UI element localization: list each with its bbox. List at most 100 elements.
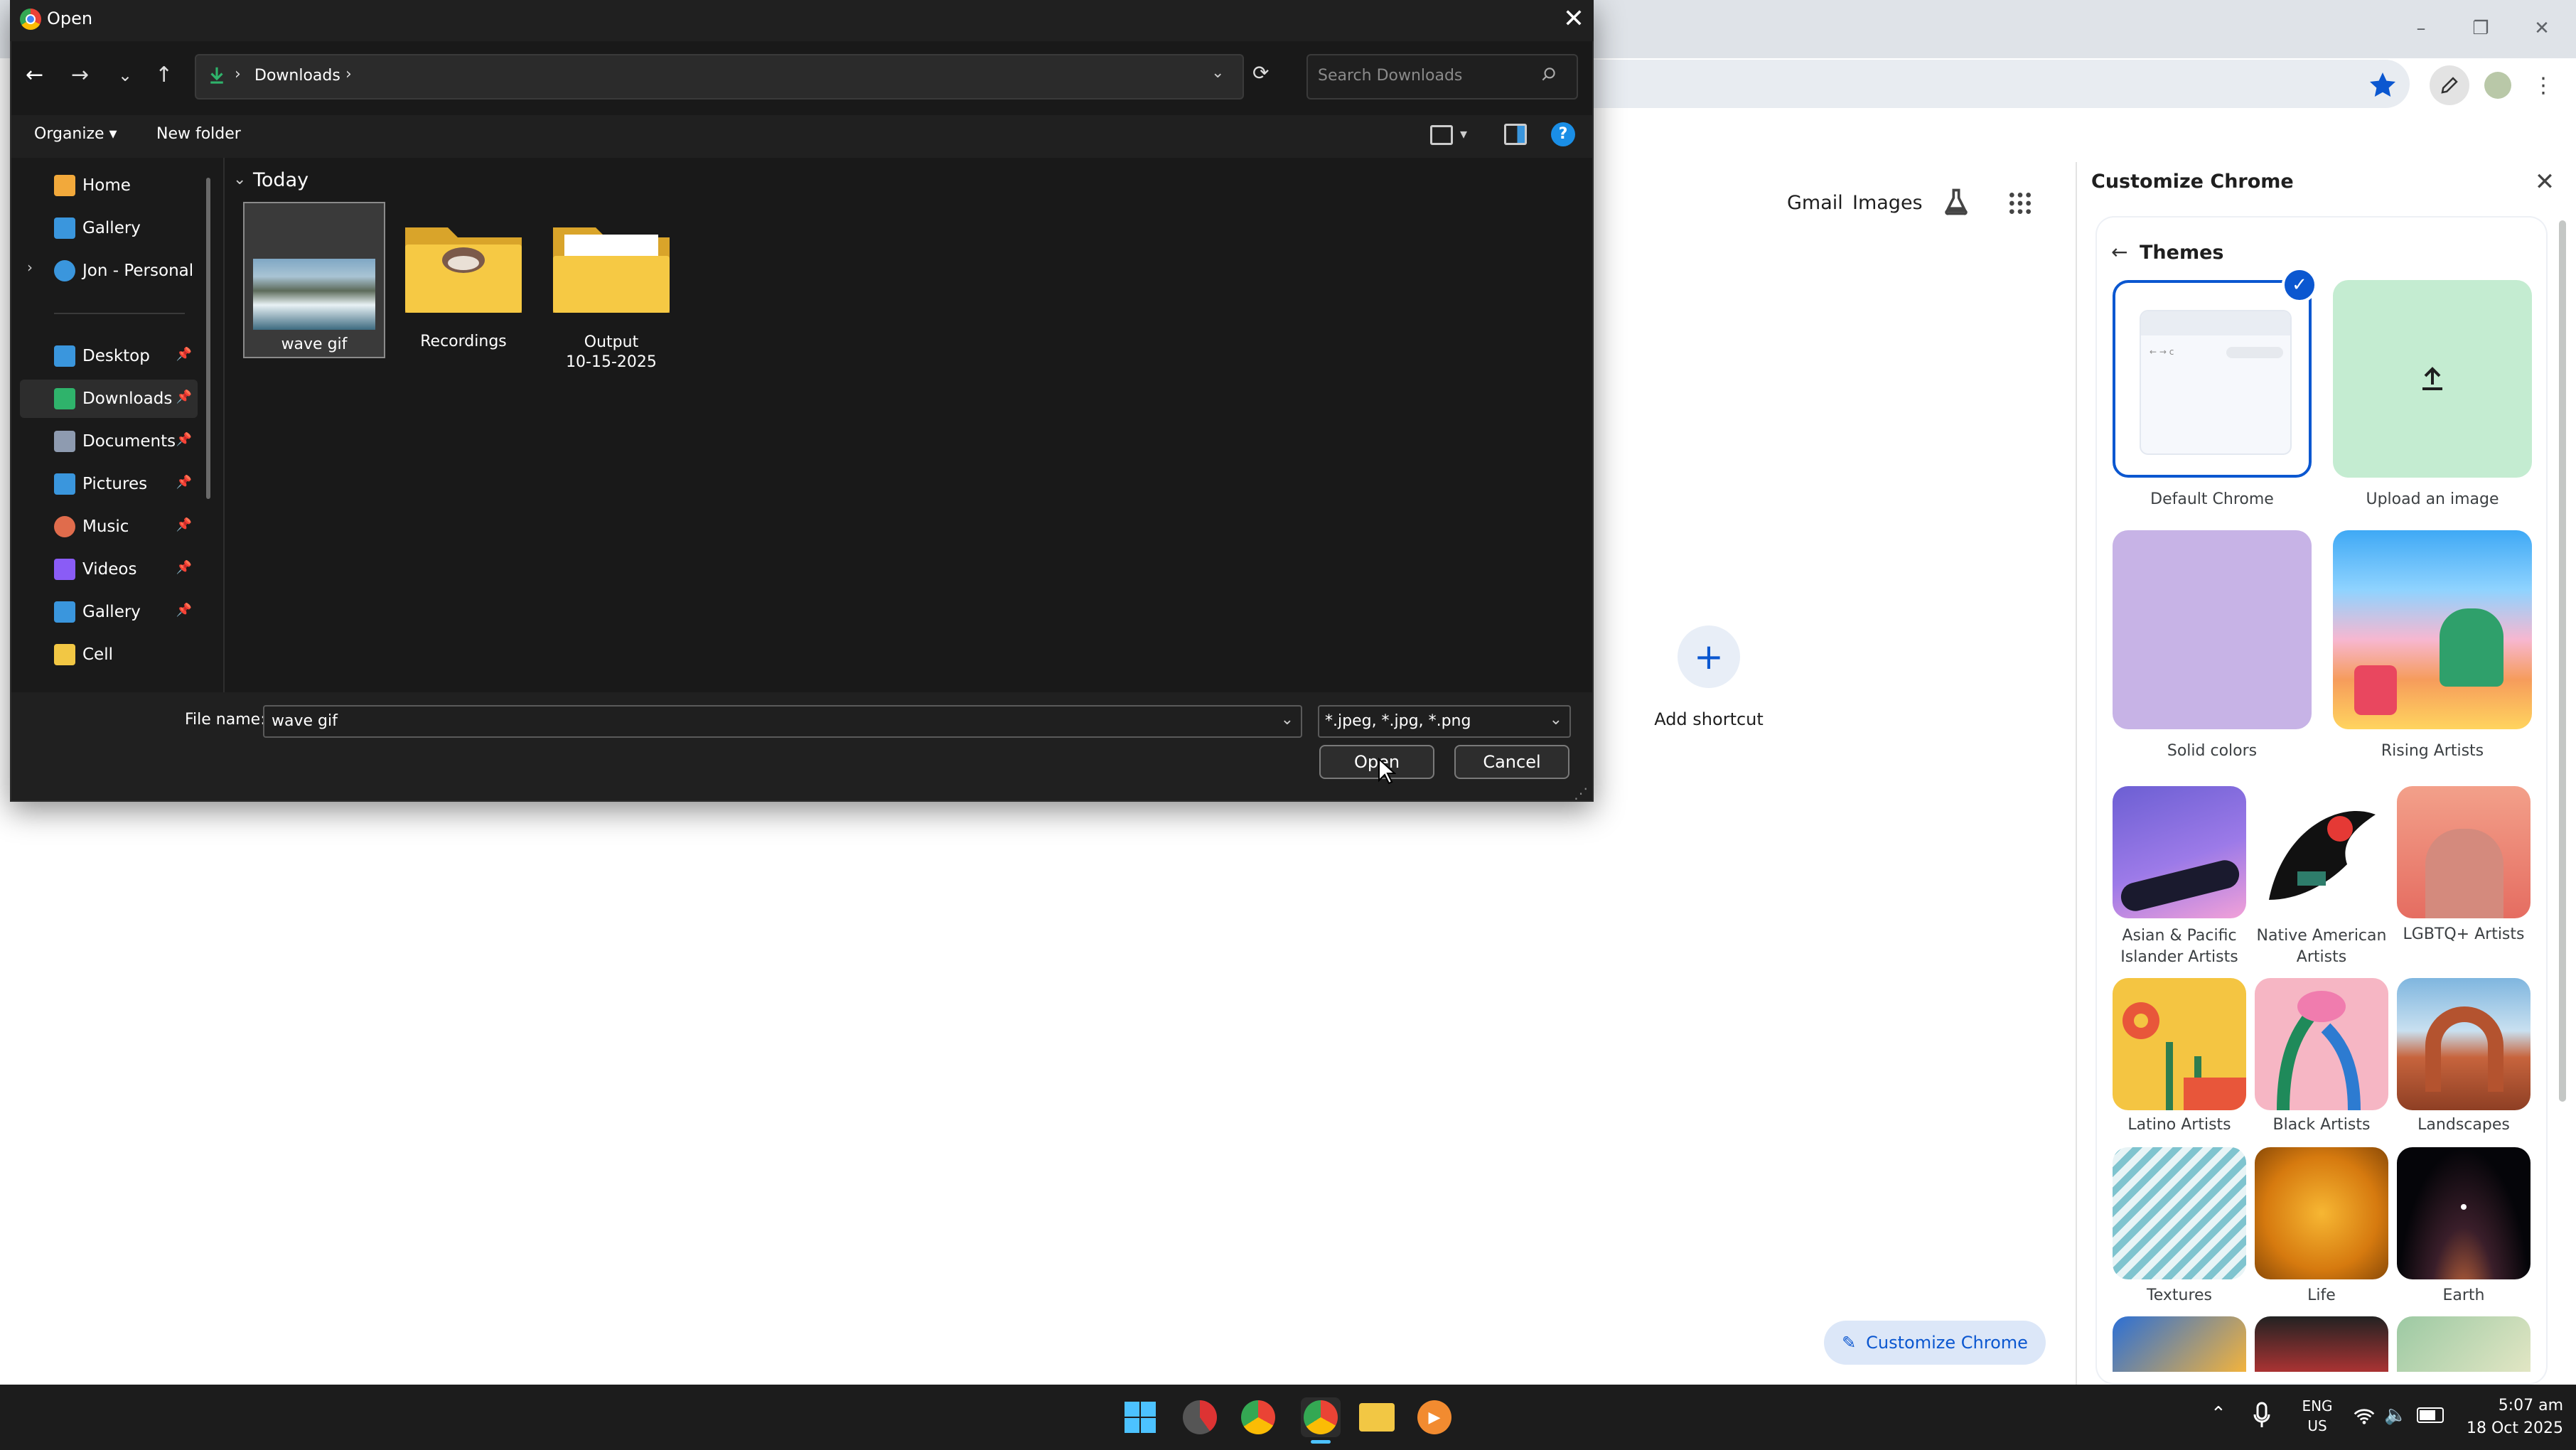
help-icon[interactable]: ? [1551,122,1575,146]
add-shortcut-button[interactable]: + [1678,625,1740,688]
file-item-wave-gif[interactable]: wave gif [243,202,385,358]
file-item-output[interactable]: Output 10-15-2025 [546,213,677,377]
media-player-icon[interactable]: ▶ [1417,1400,1451,1434]
theme-upload-image[interactable] [2333,280,2532,478]
labs-flask-icon[interactable] [1941,186,1972,218]
theme-rising-artists[interactable] [2333,530,2532,729]
back-icon[interactable]: ← [26,63,43,87]
windows-start-icon[interactable] [1123,1400,1157,1434]
organize-menu[interactable]: Organize ▾ [34,125,117,143]
images-link[interactable]: Images [1852,192,1923,214]
file-name-dropdown-icon[interactable]: ⌄ [1281,711,1294,729]
customize-chrome-button-label: Customize Chrome [1866,1333,2028,1353]
nav-item-music[interactable]: Music 📌 [20,508,198,546]
resize-grip-icon[interactable]: ⋰ [1574,785,1588,802]
search-icon[interactable] [1540,65,1558,84]
pin-icon: 📌 [176,475,192,490]
forward-icon[interactable]: → [71,63,89,87]
theme-textures[interactable] [2113,1147,2246,1279]
pencil-icon: ✎ [1842,1333,1857,1353]
file-type-select[interactable]: *.jpeg, *.jpg, *.png ⌄ [1318,705,1571,738]
nav-item-gallery[interactable]: Gallery [20,209,198,247]
nav-item-home[interactable]: Home [20,166,198,205]
chrome-taskbar-icon[interactable] [1241,1400,1275,1434]
theme-life[interactable] [2255,1147,2388,1279]
gallery-icon [54,601,75,623]
language-indicator[interactable]: ENG US [2297,1396,2337,1436]
address-bar[interactable] [1564,60,2410,108]
nav-item-downloads[interactable]: Downloads 📌 [20,380,198,418]
bookmark-star-icon[interactable] [2366,68,2400,102]
nav-item-pictures[interactable]: Pictures 📌 [20,465,198,503]
nav-pane-scrollbar[interactable] [206,178,210,499]
file-explorer-icon[interactable] [1359,1403,1395,1432]
dialog-address-bar[interactable] [195,54,1244,100]
theme-earth[interactable] [2397,1147,2531,1279]
theme-label-latino: Latino Artists [2127,1116,2231,1134]
theme-landscapes[interactable] [2397,978,2531,1110]
selected-check-icon: ✓ [2282,267,2317,303]
customize-chrome-button[interactable]: ✎ Customize Chrome [1824,1321,2046,1365]
breadcrumb-downloads[interactable]: Downloads [254,67,340,85]
file-type-dropdown-icon[interactable]: ⌄ [1550,711,1562,729]
recorder-app-icon[interactable] [1183,1400,1217,1434]
theme-partial-1[interactable] [2113,1316,2246,1372]
minimize-button[interactable]: – [2400,14,2442,43]
microphone-icon[interactable] [2253,1402,2270,1430]
theme-asian-pacific[interactable] [2113,786,2246,918]
battery-icon[interactable] [2417,1407,2444,1423]
theme-label-solid: Solid colors [2167,742,2258,760]
breadcrumb-chevron-icon[interactable]: › [345,65,352,83]
side-panel-scrollbar[interactable] [2559,220,2566,1102]
window-close-button[interactable]: ✕ [2521,14,2563,43]
volume-icon[interactable]: 🔈 [2384,1405,2407,1426]
chrome-logo-icon [20,9,41,30]
nav-item-documents[interactable]: Documents 📌 [20,422,198,461]
open-button[interactable]: Open [1319,745,1434,779]
recent-locations-chevron-icon[interactable]: ⌄ [118,65,132,85]
refresh-icon[interactable]: ⟳ [1252,61,1269,85]
gallery-icon [54,218,75,239]
theme-native-american[interactable] [2255,786,2388,918]
file-name-input[interactable]: wave gif ⌄ [263,705,1302,738]
up-icon[interactable]: ↑ [155,63,173,87]
chrome-menu-icon[interactable]: ⋮ [2523,65,2563,105]
view-options-icon[interactable] [1430,125,1453,145]
themes-heading: Themes [2140,242,2224,264]
nav-item-videos[interactable]: Videos 📌 [20,550,198,589]
view-dropdown-icon[interactable]: ▾ [1460,125,1467,142]
nav-item-cell[interactable]: Cell [20,635,198,674]
music-icon [54,516,75,537]
nav-item-desktop[interactable]: Desktop 📌 [20,337,198,375]
new-folder-button[interactable]: New folder [156,125,241,143]
theme-black-artists[interactable] [2255,978,2388,1110]
pin-icon: 📌 [176,390,192,404]
preview-pane-icon[interactable] [1504,124,1527,145]
file-item-recordings[interactable]: Recordings [398,213,529,353]
profile-avatar[interactable] [2478,65,2518,105]
back-arrow-icon[interactable]: ← [2111,240,2135,264]
theme-label-lgbtq: LGBTQ+ Artists [2403,925,2525,943]
cancel-button[interactable]: Cancel [1454,745,1569,779]
side-panel-close-icon[interactable]: ✕ [2531,168,2559,196]
group-collapse-icon[interactable]: ⌄ [233,171,246,188]
chrome-active-taskbar-icon[interactable] [1301,1397,1341,1437]
theme-solid-colors[interactable] [2113,530,2312,729]
gmail-link[interactable]: Gmail [1787,192,1843,214]
tray-chevron-icon[interactable]: ⌃ [2211,1403,2226,1424]
apps-grid-icon[interactable] [2006,189,2034,218]
nav-item-jon-personal[interactable]: Jon - Personal [20,252,198,290]
address-dropdown-icon[interactable]: ⌄ [1211,64,1224,82]
theme-partial-2[interactable] [2255,1316,2388,1372]
nav-item-gallery-pinned[interactable]: Gallery 📌 [20,593,198,631]
theme-default-chrome[interactable]: ← → c [2113,280,2312,478]
wifi-icon[interactable] [2353,1406,2376,1426]
theme-latino[interactable] [2113,978,2246,1110]
clock[interactable]: 5:07 am 18 Oct 2025 [2457,1395,2563,1440]
dialog-titlebar[interactable] [10,0,1594,41]
theme-partial-3[interactable] [2397,1316,2531,1372]
dialog-close-icon[interactable]: ✕ [1558,4,1589,33]
theme-lgbtq[interactable] [2397,786,2531,918]
restore-button[interactable]: ❐ [2459,14,2502,43]
edit-pen-icon[interactable] [2430,65,2469,105]
